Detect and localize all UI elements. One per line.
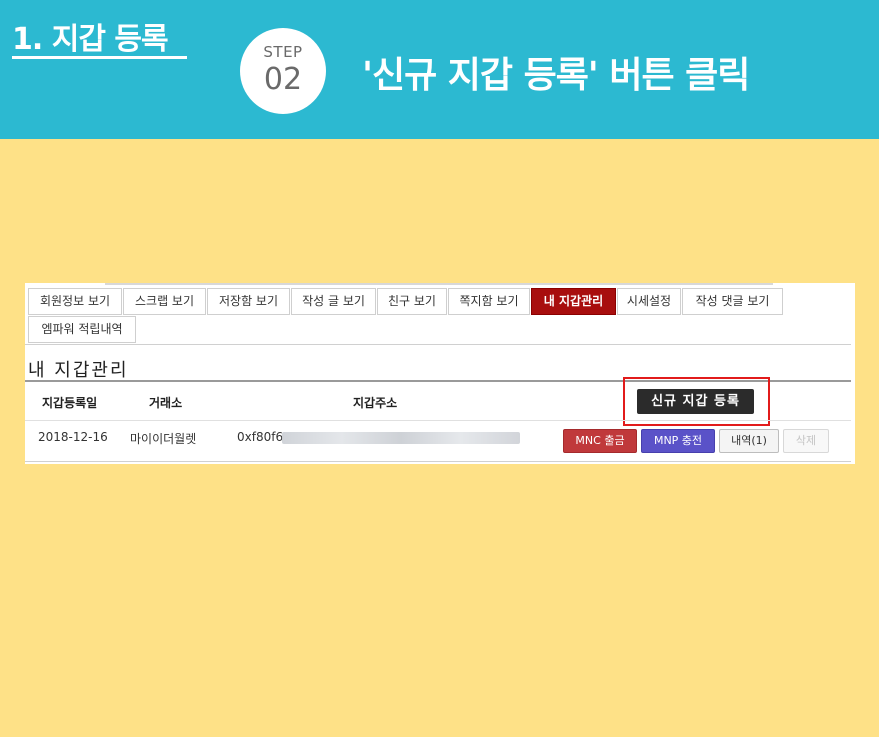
step-label: STEP [263, 43, 303, 61]
tab-mpower-points[interactable]: 엠파워 적립내역 [28, 316, 136, 343]
tab-scrap[interactable]: 스크랩 보기 [123, 288, 206, 315]
mnc-withdraw-button[interactable]: MNC 출금 [563, 429, 637, 453]
panel-top-divider [105, 283, 773, 285]
delete-button[interactable]: 삭제 [783, 429, 829, 453]
tab-friends[interactable]: 친구 보기 [377, 288, 447, 315]
history-button[interactable]: 내역(1) [719, 429, 779, 453]
tab-price-settings[interactable]: 시세설정 [617, 288, 681, 315]
column-header-date: 지갑등록일 [42, 396, 98, 410]
wallet-address-blurred [282, 432, 520, 444]
section-title-underline [12, 56, 187, 59]
new-wallet-register-button[interactable]: 신규 지갑 등록 [637, 389, 754, 414]
section-title: 1. 지갑 등록 [12, 22, 169, 57]
tab-messages[interactable]: 쪽지함 보기 [448, 288, 530, 315]
table-bottom-divider [25, 461, 851, 462]
wallet-exchange: 마이이더월렛 [130, 432, 197, 446]
mnp-charge-button[interactable]: MNP 충전 [641, 429, 715, 453]
page-title: 내 지갑관리 [28, 360, 129, 381]
wallet-register-date: 2018-12-16 [38, 430, 108, 444]
wallet-address: 0xf80f6 [237, 430, 284, 444]
tab-saved[interactable]: 저장함 보기 [207, 288, 290, 315]
tab-my-wallet[interactable]: 내 지갑관리 [531, 288, 616, 315]
tab-my-posts[interactable]: 작성 글 보기 [291, 288, 376, 315]
column-header-address: 지갑주소 [353, 396, 398, 410]
screenshot-panel: 회원정보 보기 스크랩 보기 저장함 보기 작성 글 보기 친구 보기 쪽지함 … [25, 283, 855, 464]
tab-divider [25, 344, 851, 345]
step-description: '신규 지갑 등록' 버튼 클릭 [362, 55, 750, 96]
tab-member-info[interactable]: 회원정보 보기 [28, 288, 122, 315]
column-header-exchange: 거래소 [149, 396, 183, 410]
step-badge: STEP 02 [240, 28, 326, 114]
tab-my-comments[interactable]: 작성 댓글 보기 [682, 288, 783, 315]
step-number: 02 [263, 62, 303, 97]
tutorial-header: 1. 지갑 등록 STEP 02 '신규 지갑 등록' 버튼 클릭 [0, 0, 879, 139]
header-row-divider [25, 420, 851, 421]
